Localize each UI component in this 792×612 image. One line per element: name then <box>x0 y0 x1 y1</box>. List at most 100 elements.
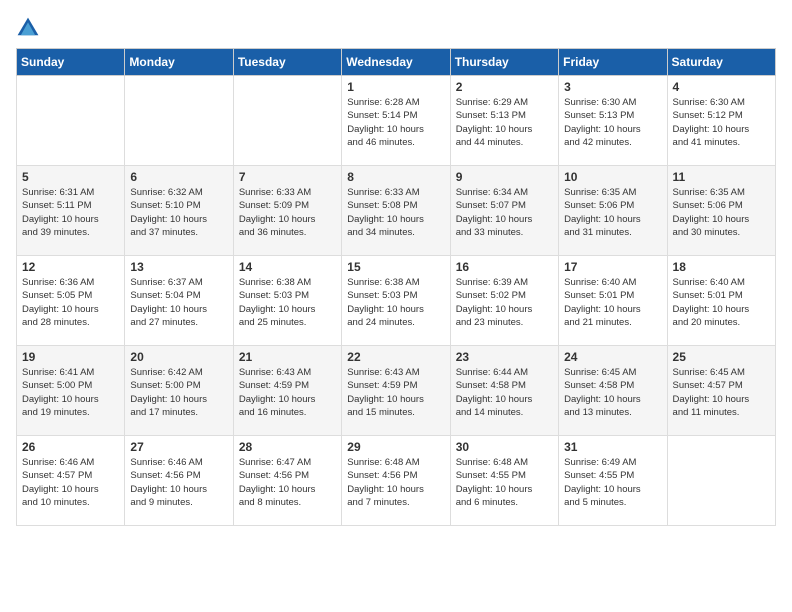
day-info: Sunrise: 6:33 AM Sunset: 5:09 PM Dayligh… <box>239 186 336 239</box>
calendar-cell: 22 Sunrise: 6:43 AM Sunset: 4:59 PM Dayli… <box>342 346 450 436</box>
calendar-cell: 15 Sunrise: 6:38 AM Sunset: 5:03 PM Dayli… <box>342 256 450 346</box>
calendar-cell: 28 Sunrise: 6:47 AM Sunset: 4:56 PM Dayli… <box>233 436 341 526</box>
day-number: 17 <box>564 260 661 274</box>
calendar-cell: 18Sunrise: 6:40 AM Sunset: 5:01 PM Dayli… <box>667 256 775 346</box>
calendar-cell: 20 Sunrise: 6:42 AM Sunset: 5:00 PM Dayli… <box>125 346 233 436</box>
day-info: Sunrise: 6:46 AM Sunset: 4:56 PM Dayligh… <box>130 456 227 509</box>
day-number: 15 <box>347 260 444 274</box>
calendar-table: SundayMondayTuesdayWednesdayThursdayFrid… <box>16 48 776 526</box>
day-number: 1 <box>347 80 444 94</box>
day-number: 30 <box>456 440 553 454</box>
calendar-cell: 17 Sunrise: 6:40 AM Sunset: 5:01 PM Dayli… <box>559 256 667 346</box>
calendar-cell <box>233 76 341 166</box>
day-info: Sunrise: 6:45 AM Sunset: 4:58 PM Dayligh… <box>564 366 661 419</box>
day-info: Sunrise: 6:37 AM Sunset: 5:04 PM Dayligh… <box>130 276 227 329</box>
calendar-cell: 5 Sunrise: 6:31 AM Sunset: 5:11 PM Daylig… <box>17 166 125 256</box>
day-number: 14 <box>239 260 336 274</box>
calendar-cell: 19 Sunrise: 6:41 AM Sunset: 5:00 PM Dayli… <box>17 346 125 436</box>
day-info: Sunrise: 6:30 AM Sunset: 5:12 PM Dayligh… <box>673 96 770 149</box>
day-number: 3 <box>564 80 661 94</box>
calendar-cell: 23 Sunrise: 6:44 AM Sunset: 4:58 PM Dayli… <box>450 346 558 436</box>
calendar-week-5: 26 Sunrise: 6:46 AM Sunset: 4:57 PM Dayli… <box>17 436 776 526</box>
day-number: 20 <box>130 350 227 364</box>
day-number: 4 <box>673 80 770 94</box>
day-info: Sunrise: 6:46 AM Sunset: 4:57 PM Dayligh… <box>22 456 119 509</box>
calendar-week-4: 19 Sunrise: 6:41 AM Sunset: 5:00 PM Dayli… <box>17 346 776 436</box>
day-number: 6 <box>130 170 227 184</box>
day-info: Sunrise: 6:43 AM Sunset: 4:59 PM Dayligh… <box>347 366 444 419</box>
day-number: 11 <box>673 170 770 184</box>
day-info: Sunrise: 6:39 AM Sunset: 5:02 PM Dayligh… <box>456 276 553 329</box>
day-number: 19 <box>22 350 119 364</box>
day-info: Sunrise: 6:48 AM Sunset: 4:55 PM Dayligh… <box>456 456 553 509</box>
day-number: 21 <box>239 350 336 364</box>
day-info: Sunrise: 6:40 AM Sunset: 5:01 PM Dayligh… <box>564 276 661 329</box>
day-info: Sunrise: 6:38 AM Sunset: 5:03 PM Dayligh… <box>347 276 444 329</box>
calendar-cell: 31 Sunrise: 6:49 AM Sunset: 4:55 PM Dayli… <box>559 436 667 526</box>
calendar-cell: 8 Sunrise: 6:33 AM Sunset: 5:08 PM Daylig… <box>342 166 450 256</box>
day-number: 10 <box>564 170 661 184</box>
day-info: Sunrise: 6:34 AM Sunset: 5:07 PM Dayligh… <box>456 186 553 239</box>
day-info: Sunrise: 6:49 AM Sunset: 4:55 PM Dayligh… <box>564 456 661 509</box>
logo-icon <box>16 16 40 40</box>
calendar-cell: 12Sunrise: 6:36 AM Sunset: 5:05 PM Dayli… <box>17 256 125 346</box>
day-info: Sunrise: 6:31 AM Sunset: 5:11 PM Dayligh… <box>22 186 119 239</box>
calendar-cell: 21 Sunrise: 6:43 AM Sunset: 4:59 PM Dayli… <box>233 346 341 436</box>
calendar-cell <box>667 436 775 526</box>
day-info: Sunrise: 6:43 AM Sunset: 4:59 PM Dayligh… <box>239 366 336 419</box>
day-number: 22 <box>347 350 444 364</box>
column-header-sunday: Sunday <box>17 49 125 76</box>
day-info: Sunrise: 6:47 AM Sunset: 4:56 PM Dayligh… <box>239 456 336 509</box>
day-number: 13 <box>130 260 227 274</box>
calendar-cell: 2Sunrise: 6:29 AM Sunset: 5:13 PM Daylig… <box>450 76 558 166</box>
column-header-monday: Monday <box>125 49 233 76</box>
calendar-week-3: 12Sunrise: 6:36 AM Sunset: 5:05 PM Dayli… <box>17 256 776 346</box>
calendar-cell <box>125 76 233 166</box>
day-number: 5 <box>22 170 119 184</box>
calendar-cell: 9 Sunrise: 6:34 AM Sunset: 5:07 PM Daylig… <box>450 166 558 256</box>
day-number: 25 <box>673 350 770 364</box>
day-number: 26 <box>22 440 119 454</box>
calendar-cell: 16Sunrise: 6:39 AM Sunset: 5:02 PM Dayli… <box>450 256 558 346</box>
calendar-week-1: 1Sunrise: 6:28 AM Sunset: 5:14 PM Daylig… <box>17 76 776 166</box>
calendar-cell: 6Sunrise: 6:32 AM Sunset: 5:10 PM Daylig… <box>125 166 233 256</box>
day-info: Sunrise: 6:35 AM Sunset: 5:06 PM Dayligh… <box>673 186 770 239</box>
calendar-cell <box>17 76 125 166</box>
day-number: 24 <box>564 350 661 364</box>
day-info: Sunrise: 6:40 AM Sunset: 5:01 PM Dayligh… <box>673 276 770 329</box>
day-number: 29 <box>347 440 444 454</box>
day-info: Sunrise: 6:45 AM Sunset: 4:57 PM Dayligh… <box>673 366 770 419</box>
calendar-cell: 25 Sunrise: 6:45 AM Sunset: 4:57 PM Dayli… <box>667 346 775 436</box>
column-header-wednesday: Wednesday <box>342 49 450 76</box>
column-header-tuesday: Tuesday <box>233 49 341 76</box>
day-number: 31 <box>564 440 661 454</box>
page-header <box>16 16 776 40</box>
column-header-saturday: Saturday <box>667 49 775 76</box>
day-number: 12 <box>22 260 119 274</box>
logo <box>16 16 44 40</box>
day-number: 27 <box>130 440 227 454</box>
day-number: 8 <box>347 170 444 184</box>
calendar-cell: 4 Sunrise: 6:30 AM Sunset: 5:12 PM Daylig… <box>667 76 775 166</box>
day-number: 9 <box>456 170 553 184</box>
day-info: Sunrise: 6:35 AM Sunset: 5:06 PM Dayligh… <box>564 186 661 239</box>
calendar-cell: 3 Sunrise: 6:30 AM Sunset: 5:13 PM Daylig… <box>559 76 667 166</box>
day-info: Sunrise: 6:48 AM Sunset: 4:56 PM Dayligh… <box>347 456 444 509</box>
column-header-friday: Friday <box>559 49 667 76</box>
column-header-thursday: Thursday <box>450 49 558 76</box>
calendar-cell: 24 Sunrise: 6:45 AM Sunset: 4:58 PM Dayli… <box>559 346 667 436</box>
day-number: 23 <box>456 350 553 364</box>
day-info: Sunrise: 6:33 AM Sunset: 5:08 PM Dayligh… <box>347 186 444 239</box>
calendar-cell: 10 Sunrise: 6:35 AM Sunset: 5:06 PM Dayli… <box>559 166 667 256</box>
day-info: Sunrise: 6:30 AM Sunset: 5:13 PM Dayligh… <box>564 96 661 149</box>
day-info: Sunrise: 6:38 AM Sunset: 5:03 PM Dayligh… <box>239 276 336 329</box>
calendar-cell: 30 Sunrise: 6:48 AM Sunset: 4:55 PM Dayli… <box>450 436 558 526</box>
calendar-cell: 13 Sunrise: 6:37 AM Sunset: 5:04 PM Dayli… <box>125 256 233 346</box>
day-info: Sunrise: 6:41 AM Sunset: 5:00 PM Dayligh… <box>22 366 119 419</box>
day-info: Sunrise: 6:42 AM Sunset: 5:00 PM Dayligh… <box>130 366 227 419</box>
day-info: Sunrise: 6:29 AM Sunset: 5:13 PM Dayligh… <box>456 96 553 149</box>
calendar-cell: 27 Sunrise: 6:46 AM Sunset: 4:56 PM Dayli… <box>125 436 233 526</box>
day-info: Sunrise: 6:44 AM Sunset: 4:58 PM Dayligh… <box>456 366 553 419</box>
calendar-cell: 29 Sunrise: 6:48 AM Sunset: 4:56 PM Dayli… <box>342 436 450 526</box>
day-number: 28 <box>239 440 336 454</box>
